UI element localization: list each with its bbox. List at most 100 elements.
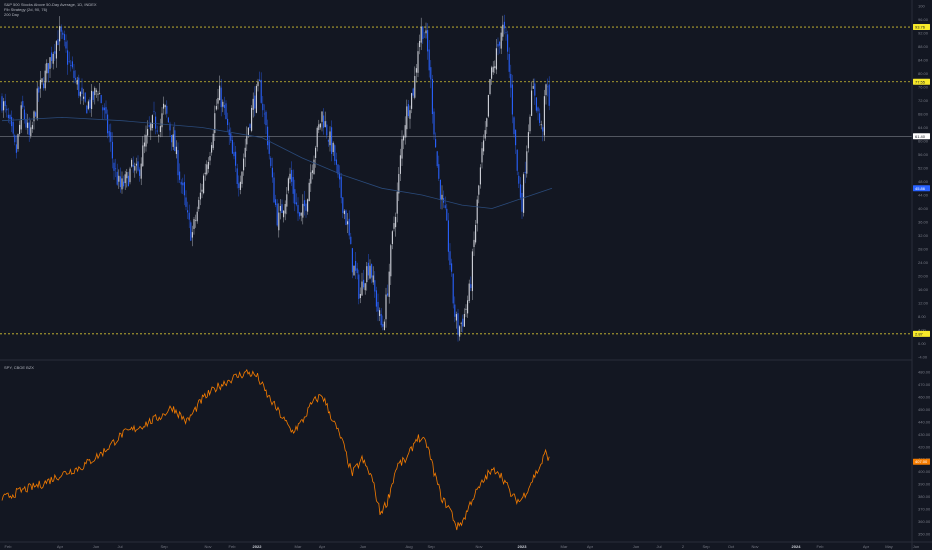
candle-body bbox=[407, 104, 409, 117]
candle-body bbox=[161, 113, 163, 128]
candle-body bbox=[359, 293, 361, 298]
level-badge-label: 2.87 bbox=[915, 331, 924, 336]
candle-body bbox=[68, 60, 70, 62]
candle-body bbox=[35, 112, 37, 117]
candle-body bbox=[164, 105, 166, 108]
candle-body bbox=[308, 182, 310, 202]
candle-body bbox=[395, 216, 397, 228]
candle-body bbox=[238, 183, 240, 188]
legend-200-day[interactable]: 200 Day bbox=[4, 12, 97, 17]
candle-body bbox=[507, 34, 509, 52]
candle-body bbox=[105, 107, 107, 114]
candle-body bbox=[3, 101, 5, 111]
breadth-y-tick-label: 100 bbox=[918, 4, 925, 9]
breadth-y-tick-label: 0.00 bbox=[918, 341, 927, 346]
candle-body bbox=[6, 108, 8, 111]
candle-body bbox=[116, 171, 118, 185]
time-axis-label: Feb bbox=[5, 544, 13, 549]
candle-body bbox=[516, 149, 518, 171]
candle-body bbox=[401, 139, 403, 159]
candle-body bbox=[479, 167, 481, 185]
candle-body bbox=[111, 141, 113, 159]
time-axis-label: Nov bbox=[204, 544, 211, 549]
candle-body bbox=[543, 96, 545, 136]
candle-body bbox=[102, 107, 104, 111]
breadth-y-tick-label: 96.00 bbox=[918, 17, 929, 22]
candle-body bbox=[247, 127, 249, 136]
candle-body bbox=[153, 111, 155, 112]
candle-body bbox=[203, 175, 205, 194]
breadth-y-tick-label: 28.00 bbox=[918, 247, 929, 252]
candle-body bbox=[233, 152, 235, 157]
candle-body bbox=[231, 140, 233, 154]
candle-body bbox=[89, 99, 91, 109]
spy-y-tick-label: 380.00 bbox=[918, 494, 931, 499]
candle-body bbox=[521, 192, 523, 212]
candle-body bbox=[289, 173, 291, 180]
breadth-y-tick-label: 16.00 bbox=[918, 287, 929, 292]
breadth-y-tick-label: 64.00 bbox=[918, 125, 929, 130]
candle-body bbox=[27, 122, 29, 128]
candle-body bbox=[132, 164, 134, 167]
candle-body bbox=[511, 84, 513, 115]
candle-body bbox=[465, 308, 467, 310]
candle-body bbox=[481, 148, 483, 163]
candle-body bbox=[47, 63, 49, 74]
candle-body bbox=[387, 293, 389, 296]
candle-body bbox=[191, 232, 193, 238]
candle-body bbox=[441, 194, 443, 200]
candle-body bbox=[187, 210, 189, 213]
breadth-legend: S&P 500 Stocks Above 50-Day Average, 1D,… bbox=[4, 2, 97, 17]
candle-body bbox=[532, 86, 534, 89]
candle-body bbox=[155, 116, 157, 129]
candle-body bbox=[486, 118, 488, 127]
candle-body bbox=[500, 32, 502, 49]
candle-body bbox=[79, 91, 81, 97]
candle-body bbox=[15, 144, 17, 153]
candle-body bbox=[547, 86, 549, 88]
spy-legend[interactable]: SPY, CBOE BZX bbox=[4, 365, 34, 370]
time-axis-label: Jun bbox=[93, 544, 99, 549]
spy-badge-label: 407.00 bbox=[915, 459, 928, 464]
candle-body bbox=[515, 129, 517, 146]
breadth-y-tick-label: 24.00 bbox=[918, 260, 929, 265]
candle-body bbox=[379, 310, 381, 316]
time-axis-label: Oct bbox=[728, 544, 735, 549]
candle-body bbox=[195, 220, 197, 221]
candle-body bbox=[334, 145, 336, 161]
candle-body bbox=[403, 136, 405, 141]
candle-body bbox=[257, 81, 259, 87]
candle-body bbox=[201, 189, 203, 192]
candle-body bbox=[425, 30, 427, 34]
candle-body bbox=[19, 124, 21, 135]
candle-body bbox=[182, 182, 184, 186]
candle-body bbox=[70, 65, 72, 66]
candle-body bbox=[62, 32, 64, 35]
candle-body bbox=[94, 87, 96, 96]
candle-body bbox=[361, 281, 363, 296]
candle-body bbox=[220, 87, 222, 108]
candle-body bbox=[350, 236, 352, 245]
candle-body bbox=[7, 114, 9, 119]
candle-body bbox=[235, 151, 237, 166]
breadth-y-tick-label: 84.00 bbox=[918, 58, 929, 63]
candle-body bbox=[380, 314, 382, 326]
candle-body bbox=[180, 181, 182, 185]
candle-body bbox=[502, 24, 504, 37]
candle-body bbox=[452, 273, 454, 304]
candle-body bbox=[433, 111, 435, 135]
candle-body bbox=[219, 85, 221, 101]
chart-canvas[interactable]: 100 96.00 92.00 88.00 84.00 80.00 76.00 72.00 68… bbox=[0, 0, 932, 550]
candle-body bbox=[71, 61, 73, 68]
spy-legend-title: SPY, CBOE BZX bbox=[4, 365, 34, 370]
candle-body bbox=[14, 135, 16, 143]
candle-body bbox=[227, 118, 229, 125]
time-axis-label: Aug bbox=[405, 544, 412, 549]
candle-body bbox=[326, 124, 328, 136]
spy-y-tick-label: 350.00 bbox=[918, 531, 931, 536]
spy-y-tick-label: 370.00 bbox=[918, 506, 931, 511]
breadth-y-tick-label: 88.00 bbox=[918, 44, 929, 49]
candle-body bbox=[145, 134, 147, 147]
candle-body bbox=[348, 218, 350, 236]
candle-body bbox=[531, 90, 533, 116]
